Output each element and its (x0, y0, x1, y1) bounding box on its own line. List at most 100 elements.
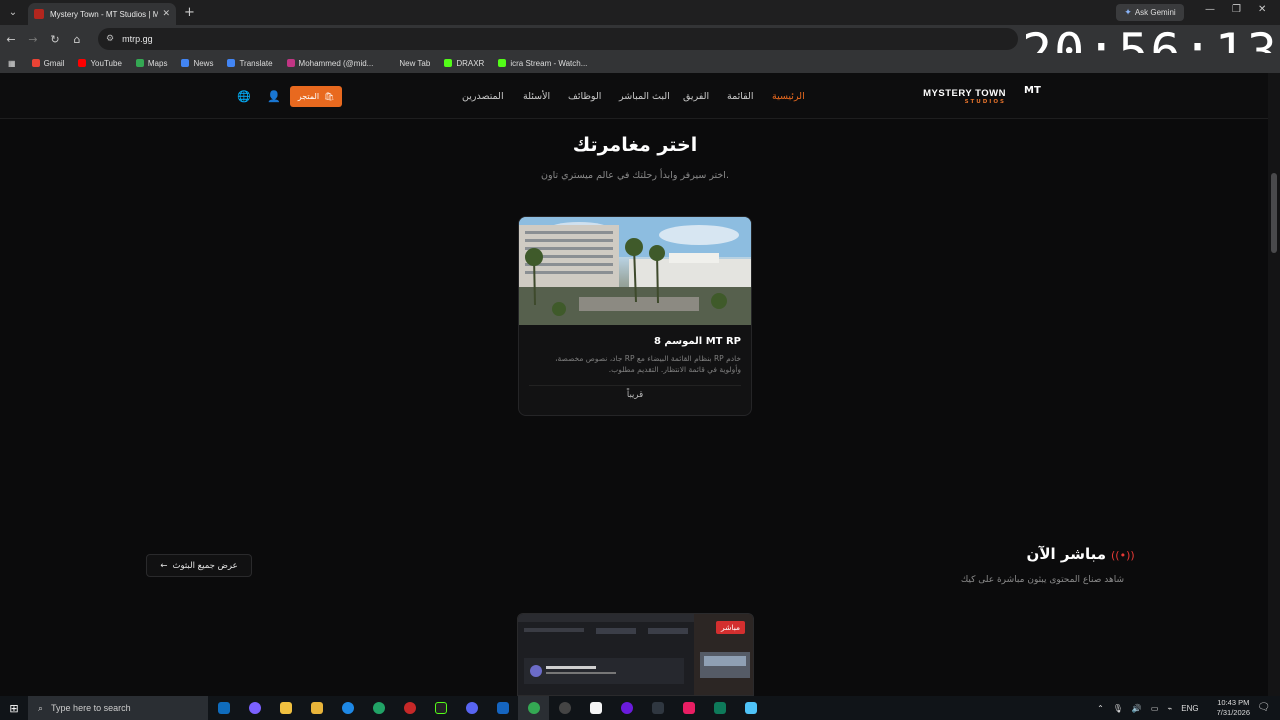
kick-icon (444, 59, 453, 67)
home-icon[interactable]: ⌂ (66, 33, 88, 46)
cart-icon: 🛍 (324, 92, 335, 101)
bookmark-label: News (193, 58, 214, 68)
close-tab-icon[interactable]: ✕ (162, 9, 170, 19)
chevron-up-icon[interactable]: ⌃ (1097, 704, 1104, 713)
close-window-icon[interactable]: ✕ (1258, 4, 1266, 15)
minimize-icon[interactable]: — (1205, 4, 1215, 15)
server-card-title: MT RP الموسم 8 (653, 336, 741, 347)
notifications-icon[interactable]: 🗨 (1257, 702, 1270, 713)
chrome-icon[interactable] (518, 696, 549, 720)
server-image-illustration (519, 217, 751, 325)
site-info-icon[interactable]: ⚙ (106, 34, 114, 44)
app-icon[interactable] (704, 696, 735, 720)
new-tab-icon[interactable]: + (184, 5, 195, 20)
nav-faq[interactable]: الأسئلة (523, 91, 550, 102)
scrollbar-thumb[interactable] (1271, 173, 1277, 253)
nav-leaders[interactable]: المتصدرين (462, 91, 504, 102)
live-broadcast-icon: ((•)) (1111, 549, 1135, 562)
live-subtitle: شاهد صناع المحتوى يبثون مباشرة على كيك (960, 575, 1124, 585)
bookmark-icra[interactable]: icra Stream - Watch... (498, 59, 587, 68)
instagram-icon (286, 59, 295, 67)
app-icon[interactable] (642, 696, 673, 720)
app-icon[interactable] (394, 696, 425, 720)
bookmark-draxr[interactable]: DRAXR (444, 59, 484, 68)
display-icon[interactable]: ▭ (1151, 704, 1159, 713)
server-card-image (519, 217, 751, 325)
microphone-icon[interactable]: 🎙 (1113, 704, 1123, 713)
taskbar-clock[interactable]: 10:43 PM 7/31/2026 (1208, 698, 1250, 718)
logo-name: MYSTERY TOWN (923, 88, 1006, 99)
address-bar[interactable]: ⚙ mtrp.gg (98, 28, 1018, 50)
store-button[interactable]: المتجر 🛍 (290, 86, 342, 107)
adventure-subtitle: اختر سيرفر وابدأ رحلتك في عالم ميستري تا… (541, 170, 729, 181)
bookmark-label: Mohammed (@mid... (298, 58, 374, 68)
logo-icon[interactable]: MT (1024, 85, 1041, 96)
language-indicator[interactable]: ENG (1181, 704, 1198, 713)
windows-start-icon[interactable]: ⊞ (0, 702, 28, 715)
bookmark-label: Translate (239, 58, 273, 68)
youtube-icon (78, 59, 87, 67)
server-card-description: خادم RP بنظام القائمة البيضاء مع RP جاد،… (555, 354, 741, 374)
bookmark-instagram[interactable]: Mohammed (@mid... (286, 58, 374, 68)
volume-icon[interactable]: 🔊 (1132, 704, 1142, 713)
ask-gemini-button[interactable]: ✦ Ask Gemini (1116, 4, 1184, 21)
apps-icon[interactable]: ▦ (8, 59, 16, 68)
date-text: 7/31/2026 (1216, 708, 1250, 717)
reload-icon[interactable]: ↻ (44, 33, 66, 46)
forward-icon[interactable]: → (22, 33, 44, 46)
edge-icon[interactable] (363, 696, 394, 720)
bookmark-label: Gmail (43, 58, 65, 68)
app-icon[interactable] (735, 696, 766, 720)
bookmark-translate[interactable]: Translate (227, 58, 273, 68)
app-icon[interactable] (611, 696, 642, 720)
tab-search-icon[interactable]: ⌄ (2, 2, 24, 24)
outlook-icon[interactable] (208, 696, 239, 720)
bookmark-label: icra Stream - Watch... (510, 58, 588, 68)
store-label: المتجر (297, 92, 320, 101)
page-scrollbar[interactable] (1268, 73, 1280, 696)
app-icon[interactable] (549, 696, 580, 720)
bookmark-news[interactable]: News (181, 59, 213, 68)
nav-team[interactable]: الفريق (683, 91, 709, 102)
store-icon[interactable] (301, 696, 332, 720)
adventure-title: اختر مغامرتك (572, 134, 698, 156)
url-text: mtrp.gg (122, 34, 153, 44)
nav-live[interactable]: البث المباشر (619, 91, 670, 102)
card-divider (529, 385, 741, 386)
ask-gemini-label: Ask Gemini (1134, 8, 1176, 17)
app-icon[interactable] (425, 696, 456, 720)
coming-soon-button[interactable]: قريباً (519, 390, 751, 400)
bookmark-label: New Tab (399, 58, 431, 68)
bookmark-youtube[interactable]: YouTube (78, 59, 122, 68)
tab-strip: ⌄ Mystery Town - MT Studios | M ✕ + (0, 0, 1280, 25)
bookmark-new-tab[interactable]: New Tab (387, 59, 430, 68)
server-card[interactable]: MT RP الموسم 8 خادم RP بنظام القائمة الب… (518, 216, 752, 416)
discord-icon[interactable] (456, 696, 487, 720)
bookmark-gmail[interactable]: Gmail (31, 58, 65, 68)
maximize-icon[interactable]: ❐ (1232, 4, 1241, 15)
file-explorer-icon[interactable] (270, 696, 301, 720)
copilot-icon[interactable] (239, 696, 270, 720)
nav-jobs[interactable]: الوظائف (568, 91, 601, 102)
globe-icon[interactable]: 🌐 (237, 90, 251, 103)
app-icon[interactable] (487, 696, 518, 720)
browser-tab[interactable]: Mystery Town - MT Studios | M ✕ (28, 3, 176, 25)
nav-list[interactable]: القائمة (727, 91, 753, 102)
view-all-label: عرض جميع البثوث (172, 560, 238, 571)
notepad-icon[interactable] (580, 696, 611, 720)
system-tray: ⌃ 🎙 🔊 ▭ ⌁ ENG 10:43 PM 7/31/2026 (1088, 696, 1250, 720)
app-icon[interactable] (673, 696, 704, 720)
site-logo[interactable]: MYSTERY TOWN STUDIOS (922, 88, 1006, 105)
back-icon[interactable]: ← (0, 33, 22, 46)
user-icon[interactable]: 👤 (267, 90, 281, 103)
bookmark-maps[interactable]: Maps (135, 58, 168, 68)
app-icon[interactable] (332, 696, 363, 720)
maps-icon (135, 59, 144, 67)
network-icon[interactable]: ⌁ (1167, 704, 1172, 713)
view-all-streams-button[interactable]: ← عرض جميع البثوث (146, 554, 252, 577)
nav-home[interactable]: الرئيسية (772, 91, 805, 102)
taskbar-search[interactable]: ⌕ Type here to search (28, 696, 208, 720)
live-title: مباشر الآن (1026, 545, 1106, 563)
gmail-icon (31, 59, 40, 67)
bookmark-label: Maps (147, 58, 168, 68)
